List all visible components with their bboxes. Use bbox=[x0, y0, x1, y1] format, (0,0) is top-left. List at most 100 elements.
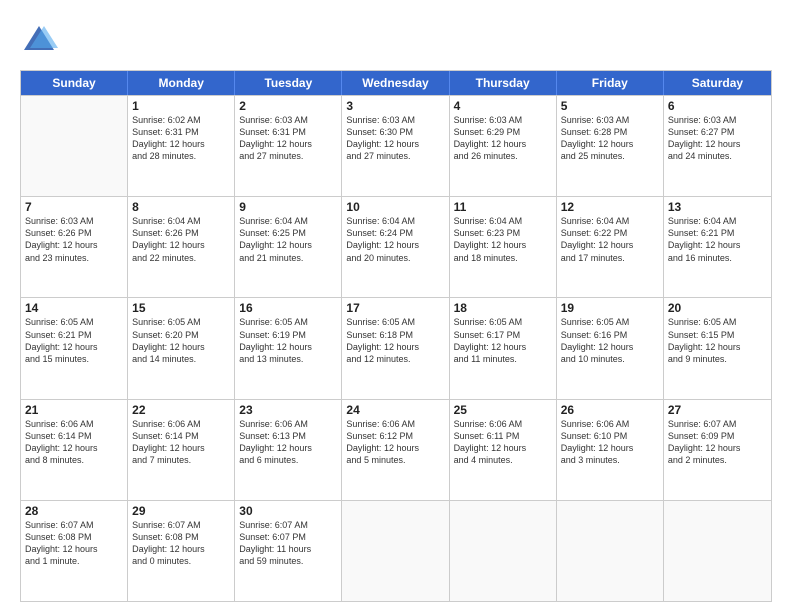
day-number: 28 bbox=[25, 504, 123, 518]
calendar-cell: 14Sunrise: 6:05 AMSunset: 6:21 PMDayligh… bbox=[21, 298, 128, 398]
calendar-cell: 17Sunrise: 6:05 AMSunset: 6:18 PMDayligh… bbox=[342, 298, 449, 398]
calendar-week: 7Sunrise: 6:03 AMSunset: 6:26 PMDaylight… bbox=[21, 196, 771, 297]
calendar-cell: 4Sunrise: 6:03 AMSunset: 6:29 PMDaylight… bbox=[450, 96, 557, 196]
weekday-header: Thursday bbox=[450, 71, 557, 95]
day-number: 23 bbox=[239, 403, 337, 417]
day-number: 11 bbox=[454, 200, 552, 214]
calendar-cell: 3Sunrise: 6:03 AMSunset: 6:30 PMDaylight… bbox=[342, 96, 449, 196]
calendar-cell: 18Sunrise: 6:05 AMSunset: 6:17 PMDayligh… bbox=[450, 298, 557, 398]
day-info: Sunrise: 6:03 AMSunset: 6:28 PMDaylight:… bbox=[561, 114, 659, 163]
weekday-header: Sunday bbox=[21, 71, 128, 95]
day-info: Sunrise: 6:06 AMSunset: 6:12 PMDaylight:… bbox=[346, 418, 444, 467]
calendar-cell: 11Sunrise: 6:04 AMSunset: 6:23 PMDayligh… bbox=[450, 197, 557, 297]
calendar-cell: 6Sunrise: 6:03 AMSunset: 6:27 PMDaylight… bbox=[664, 96, 771, 196]
header bbox=[20, 18, 772, 60]
calendar-cell: 1Sunrise: 6:02 AMSunset: 6:31 PMDaylight… bbox=[128, 96, 235, 196]
calendar-cell: 15Sunrise: 6:05 AMSunset: 6:20 PMDayligh… bbox=[128, 298, 235, 398]
day-info: Sunrise: 6:05 AMSunset: 6:20 PMDaylight:… bbox=[132, 316, 230, 365]
day-info: Sunrise: 6:05 AMSunset: 6:19 PMDaylight:… bbox=[239, 316, 337, 365]
calendar-cell: 29Sunrise: 6:07 AMSunset: 6:08 PMDayligh… bbox=[128, 501, 235, 601]
calendar-cell: 22Sunrise: 6:06 AMSunset: 6:14 PMDayligh… bbox=[128, 400, 235, 500]
day-info: Sunrise: 6:03 AMSunset: 6:30 PMDaylight:… bbox=[346, 114, 444, 163]
calendar-cell: 9Sunrise: 6:04 AMSunset: 6:25 PMDaylight… bbox=[235, 197, 342, 297]
calendar-cell: 7Sunrise: 6:03 AMSunset: 6:26 PMDaylight… bbox=[21, 197, 128, 297]
day-info: Sunrise: 6:06 AMSunset: 6:11 PMDaylight:… bbox=[454, 418, 552, 467]
calendar-cell: 21Sunrise: 6:06 AMSunset: 6:14 PMDayligh… bbox=[21, 400, 128, 500]
day-number: 6 bbox=[668, 99, 767, 113]
day-info: Sunrise: 6:07 AMSunset: 6:08 PMDaylight:… bbox=[132, 519, 230, 568]
weekday-header: Monday bbox=[128, 71, 235, 95]
day-number: 29 bbox=[132, 504, 230, 518]
day-info: Sunrise: 6:06 AMSunset: 6:14 PMDaylight:… bbox=[132, 418, 230, 467]
day-number: 5 bbox=[561, 99, 659, 113]
calendar-cell: 10Sunrise: 6:04 AMSunset: 6:24 PMDayligh… bbox=[342, 197, 449, 297]
calendar-cell: 16Sunrise: 6:05 AMSunset: 6:19 PMDayligh… bbox=[235, 298, 342, 398]
day-info: Sunrise: 6:04 AMSunset: 6:22 PMDaylight:… bbox=[561, 215, 659, 264]
day-number: 27 bbox=[668, 403, 767, 417]
day-number: 3 bbox=[346, 99, 444, 113]
day-number: 8 bbox=[132, 200, 230, 214]
calendar-cell: 25Sunrise: 6:06 AMSunset: 6:11 PMDayligh… bbox=[450, 400, 557, 500]
day-info: Sunrise: 6:02 AMSunset: 6:31 PMDaylight:… bbox=[132, 114, 230, 163]
calendar-cell: 5Sunrise: 6:03 AMSunset: 6:28 PMDaylight… bbox=[557, 96, 664, 196]
day-number: 4 bbox=[454, 99, 552, 113]
calendar-cell bbox=[664, 501, 771, 601]
calendar-cell: 2Sunrise: 6:03 AMSunset: 6:31 PMDaylight… bbox=[235, 96, 342, 196]
day-number: 22 bbox=[132, 403, 230, 417]
calendar-cell: 19Sunrise: 6:05 AMSunset: 6:16 PMDayligh… bbox=[557, 298, 664, 398]
calendar-cell bbox=[21, 96, 128, 196]
day-info: Sunrise: 6:04 AMSunset: 6:23 PMDaylight:… bbox=[454, 215, 552, 264]
day-number: 16 bbox=[239, 301, 337, 315]
day-info: Sunrise: 6:05 AMSunset: 6:18 PMDaylight:… bbox=[346, 316, 444, 365]
calendar-cell: 20Sunrise: 6:05 AMSunset: 6:15 PMDayligh… bbox=[664, 298, 771, 398]
calendar-cell: 24Sunrise: 6:06 AMSunset: 6:12 PMDayligh… bbox=[342, 400, 449, 500]
day-info: Sunrise: 6:03 AMSunset: 6:29 PMDaylight:… bbox=[454, 114, 552, 163]
weekday-header: Friday bbox=[557, 71, 664, 95]
day-number: 15 bbox=[132, 301, 230, 315]
day-number: 17 bbox=[346, 301, 444, 315]
day-info: Sunrise: 6:03 AMSunset: 6:27 PMDaylight:… bbox=[668, 114, 767, 163]
day-info: Sunrise: 6:04 AMSunset: 6:24 PMDaylight:… bbox=[346, 215, 444, 264]
calendar-body: 1Sunrise: 6:02 AMSunset: 6:31 PMDaylight… bbox=[21, 95, 771, 601]
day-info: Sunrise: 6:07 AMSunset: 6:09 PMDaylight:… bbox=[668, 418, 767, 467]
day-number: 18 bbox=[454, 301, 552, 315]
day-info: Sunrise: 6:03 AMSunset: 6:31 PMDaylight:… bbox=[239, 114, 337, 163]
logo bbox=[20, 22, 62, 60]
calendar-cell: 30Sunrise: 6:07 AMSunset: 6:07 PMDayligh… bbox=[235, 501, 342, 601]
day-info: Sunrise: 6:04 AMSunset: 6:21 PMDaylight:… bbox=[668, 215, 767, 264]
day-number: 19 bbox=[561, 301, 659, 315]
day-number: 1 bbox=[132, 99, 230, 113]
day-number: 12 bbox=[561, 200, 659, 214]
day-number: 14 bbox=[25, 301, 123, 315]
day-number: 20 bbox=[668, 301, 767, 315]
calendar-cell: 12Sunrise: 6:04 AMSunset: 6:22 PMDayligh… bbox=[557, 197, 664, 297]
calendar-cell bbox=[450, 501, 557, 601]
day-number: 9 bbox=[239, 200, 337, 214]
calendar-cell bbox=[342, 501, 449, 601]
day-info: Sunrise: 6:07 AMSunset: 6:07 PMDaylight:… bbox=[239, 519, 337, 568]
calendar-week: 21 Sunrise: 6:06 AMSunset: 6:14 PMDayligh… bbox=[21, 399, 771, 500]
weekday-header: Tuesday bbox=[235, 71, 342, 95]
day-number: 24 bbox=[346, 403, 444, 417]
day-number: 7 bbox=[25, 200, 123, 214]
page: SundayMondayTuesdayWednesdayThursdayFrid… bbox=[0, 0, 792, 612]
day-info: Sunrise: 6:06 AMSunset: 6:10 PMDaylight:… bbox=[561, 418, 659, 467]
day-info: Sunrise: 6:04 AMSunset: 6:26 PMDaylight:… bbox=[132, 215, 230, 264]
day-number: 2 bbox=[239, 99, 337, 113]
day-number: 13 bbox=[668, 200, 767, 214]
day-info: Sunrise: 6:03 AMSunset: 6:26 PMDaylight:… bbox=[25, 215, 123, 264]
day-info: Sunrise: 6:05 AMSunset: 6:17 PMDaylight:… bbox=[454, 316, 552, 365]
day-info: Sunrise: 6:05 AMSunset: 6:15 PMDaylight:… bbox=[668, 316, 767, 365]
day-info: Sunrise: 6:07 AMSunset: 6:08 PMDaylight:… bbox=[25, 519, 123, 568]
calendar-cell: 26Sunrise: 6:06 AMSunset: 6:10 PMDayligh… bbox=[557, 400, 664, 500]
calendar-cell: 8Sunrise: 6:04 AMSunset: 6:26 PMDaylight… bbox=[128, 197, 235, 297]
weekday-header: Saturday bbox=[664, 71, 771, 95]
calendar-header: SundayMondayTuesdayWednesdayThursdayFrid… bbox=[21, 71, 771, 95]
day-info: Sunrise: 6:05 AMSunset: 6:16 PMDaylight:… bbox=[561, 316, 659, 365]
day-info: Sunrise: 6:04 AMSunset: 6:25 PMDaylight:… bbox=[239, 215, 337, 264]
day-info: Sunrise: 6:05 AMSunset: 6:21 PMDaylight:… bbox=[25, 316, 123, 365]
day-number: 25 bbox=[454, 403, 552, 417]
calendar-week: 14Sunrise: 6:05 AMSunset: 6:21 PMDayligh… bbox=[21, 297, 771, 398]
day-number: 21 bbox=[25, 403, 123, 417]
day-number: 10 bbox=[346, 200, 444, 214]
